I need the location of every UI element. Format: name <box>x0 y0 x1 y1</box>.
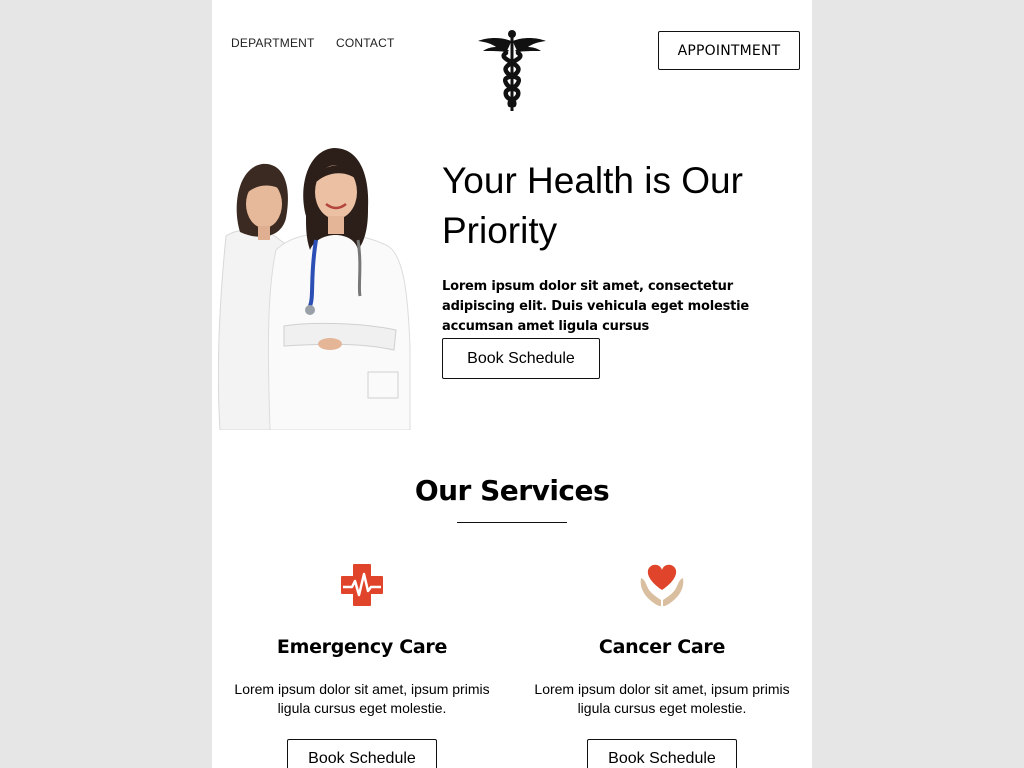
hero-book-schedule-button[interactable]: Book Schedule <box>442 338 600 379</box>
hero-title: Your Health is Our Priority <box>442 160 743 251</box>
service-title-cancer: Cancer Care <box>598 636 726 658</box>
page-content: DEPARTMENT CONTACT APPOINTMENT Your Heal… <box>212 0 812 768</box>
caduceus-icon[interactable] <box>478 29 546 113</box>
service-card-emergency: Emergency Care Lorem ipsum dolor sit ame… <box>217 560 507 768</box>
service-card-cancer: Cancer Care Lorem ipsum dolor sit amet, … <box>517 560 807 768</box>
appointment-button[interactable]: APPOINTMENT <box>658 31 800 70</box>
heart-in-hands-icon <box>640 564 684 606</box>
service-text-cancer: Lorem ipsum dolor sit amet, ipsum primis… <box>534 681 790 716</box>
service-text-emergency: Lorem ipsum dolor sit amet, ipsum primis… <box>234 681 490 716</box>
medical-cross-heartbeat-icon <box>341 564 383 606</box>
services-divider <box>457 522 567 523</box>
services-title: Our Services <box>414 474 610 507</box>
nav-contact-link[interactable]: CONTACT <box>336 36 395 50</box>
emergency-book-schedule-button[interactable]: Book Schedule <box>287 739 437 768</box>
service-title-emergency: Emergency Care <box>276 636 448 658</box>
two-doctors-photo <box>218 148 411 430</box>
hero-description: Lorem ipsum dolor sit amet, consectetur … <box>442 279 750 334</box>
nav-department-link[interactable]: DEPARTMENT <box>231 36 315 50</box>
cancer-book-schedule-button[interactable]: Book Schedule <box>587 739 737 768</box>
